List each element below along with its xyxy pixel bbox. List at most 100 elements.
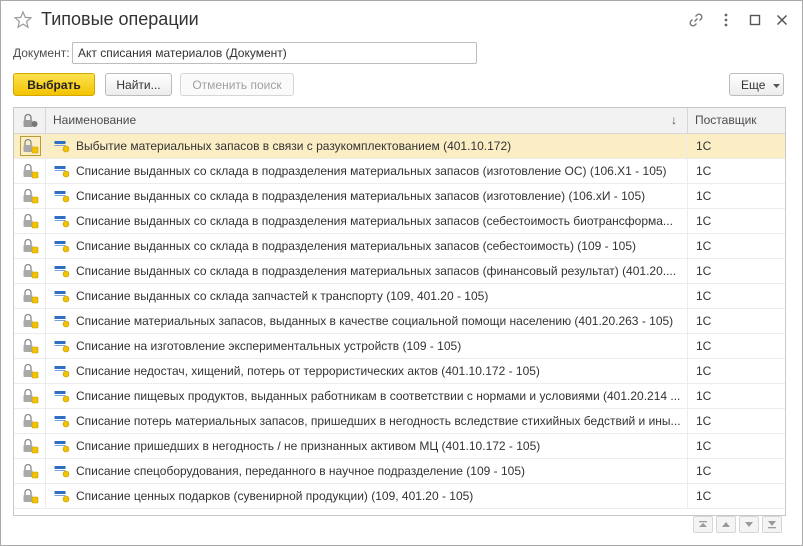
table-row[interactable]: Списание пищевых продуктов, выданных раб… [14, 384, 785, 409]
operation-name: Списание материальных запасов, выданных … [76, 314, 674, 328]
operation-icon [54, 241, 70, 253]
operation-icon [54, 441, 70, 453]
scroll-first-button[interactable] [693, 516, 713, 533]
operation-name: Списание пищевых продуктов, выданных раб… [76, 389, 681, 403]
more-button[interactable]: Еще [729, 73, 784, 96]
row-name-cell[interactable]: Списание спецоборудования, переданного в… [46, 459, 688, 483]
row-name-cell[interactable]: Списание ценных подарков (сувенирной про… [46, 484, 688, 508]
row-lock-cell [14, 309, 46, 333]
operation-name: Списание потерь материальных запасов, пр… [76, 414, 681, 428]
operation-icon [54, 341, 70, 353]
scroll-down-button[interactable] [739, 516, 759, 533]
title-bar: Типовые операции [1, 1, 802, 39]
header-lock-cell[interactable] [14, 108, 46, 133]
row-lock-cell [14, 434, 46, 458]
operations-table: Наименование ↓ Поставщик Выбытие материа… [13, 107, 786, 516]
typical-operations-window: Типовые операции Документ: Акт списания … [0, 0, 803, 546]
table-row[interactable]: Списание выданных со склада в подразделе… [14, 184, 785, 209]
table-row[interactable]: Списание потерь материальных запасов, пр… [14, 409, 785, 434]
supplier-cell: 1С [696, 264, 712, 278]
operation-icon [54, 316, 70, 328]
row-name-cell[interactable]: Списание недостач, хищений, потерь от те… [46, 359, 688, 383]
row-lock-cell [14, 334, 46, 358]
supplier-cell: 1С [696, 489, 712, 503]
table-row[interactable]: Списание спецоборудования, переданного в… [14, 459, 785, 484]
row-name-cell[interactable]: Списание выданных со склада в подразделе… [46, 209, 688, 233]
table-row[interactable]: Списание выданных со склада в подразделе… [14, 234, 785, 259]
table-row[interactable]: Списание выданных со склада в подразделе… [14, 159, 785, 184]
lock-icon [23, 388, 39, 404]
scroll-last-button[interactable] [762, 516, 782, 533]
link-icon[interactable] [687, 11, 705, 29]
table-row[interactable]: Списание выданных со склада в подразделе… [14, 259, 785, 284]
operation-icon [54, 266, 70, 278]
operation-name: Списание на изготовление экспериментальн… [76, 339, 462, 353]
row-lock-cell [14, 384, 46, 408]
row-name-cell[interactable]: Списание выданных со склада запчастей к … [46, 284, 688, 308]
supplier-cell: 1С [696, 289, 712, 303]
scroll-up-icon [722, 522, 730, 527]
operation-icon [54, 141, 70, 153]
scroll-first-icon [699, 521, 707, 527]
lock-icon [23, 463, 39, 479]
table-row[interactable]: Списание ценных подарков (сувенирной про… [14, 484, 785, 509]
row-name-cell[interactable]: Списание материальных запасов, выданных … [46, 309, 688, 333]
scroll-last-icon [768, 521, 776, 529]
header-name-label: Наименование [53, 113, 137, 127]
lock-icon [23, 238, 39, 254]
table-row[interactable]: Списание пришедших в негодность / не при… [14, 434, 785, 459]
operation-name: Списание выданных со склада в подразделе… [76, 214, 673, 228]
row-lock-cell [14, 409, 46, 433]
find-button[interactable]: Найти... [105, 73, 172, 96]
table-row[interactable]: Списание на изготовление экспериментальн… [14, 334, 785, 359]
sort-arrow-icon: ↓ [671, 113, 677, 127]
row-name-cell[interactable]: Выбытие материальных запасов в связи с р… [46, 134, 688, 158]
close-icon[interactable] [773, 11, 791, 29]
table-row[interactable]: Списание выданных со склада запчастей к … [14, 284, 785, 309]
operation-name: Списание выданных со склада запчастей к … [76, 289, 489, 303]
row-name-cell[interactable]: Списание выданных со склада в подразделе… [46, 184, 688, 208]
row-name-cell[interactable]: Списание пищевых продуктов, выданных раб… [46, 384, 688, 408]
lock-icon [20, 136, 41, 156]
lock-icon [23, 113, 38, 127]
operation-icon [54, 191, 70, 203]
operation-icon [54, 291, 70, 303]
row-name-cell[interactable]: Списание пришедших в негодность / не при… [46, 434, 688, 458]
cancel-search-button[interactable]: Отменить поиск [180, 73, 294, 96]
operation-name: Выбытие материальных запасов в связи с р… [76, 139, 512, 153]
supplier-cell: 1С [696, 164, 712, 178]
select-button[interactable]: Выбрать [13, 73, 95, 96]
scroll-up-button[interactable] [716, 516, 736, 533]
row-name-cell[interactable]: Списание выданных со склада в подразделе… [46, 259, 688, 283]
table-header: Наименование ↓ Поставщик [14, 108, 785, 134]
lock-icon [23, 263, 39, 279]
row-lock-cell [14, 259, 46, 283]
header-name[interactable]: Наименование ↓ [46, 108, 688, 133]
operation-icon [54, 366, 70, 378]
supplier-cell: 1С [696, 389, 712, 403]
table-row[interactable]: Списание материальных запасов, выданных … [14, 309, 785, 334]
document-field[interactable]: Акт списания материалов (Документ) [72, 42, 477, 64]
lock-icon [23, 313, 39, 329]
more-vertical-icon[interactable] [717, 11, 735, 29]
star-icon[interactable] [13, 10, 33, 30]
table-row[interactable]: Списание недостач, хищений, потерь от те… [14, 359, 785, 384]
row-name-cell[interactable]: Списание выданных со склада в подразделе… [46, 234, 688, 258]
supplier-cell: 1С [696, 239, 712, 253]
maximize-icon[interactable] [746, 11, 764, 29]
operation-name: Списание выданных со склада в подразделе… [76, 264, 677, 278]
more-label: Еще [741, 78, 766, 92]
table-row[interactable]: Выбытие материальных запасов в связи с р… [14, 134, 785, 159]
header-supplier[interactable]: Поставщик [688, 108, 785, 133]
row-name-cell[interactable]: Списание на изготовление экспериментальн… [46, 334, 688, 358]
lock-icon [23, 338, 39, 354]
operation-icon [54, 491, 70, 503]
row-name-cell[interactable]: Списание потерь материальных запасов, пр… [46, 409, 688, 433]
operation-icon [54, 216, 70, 228]
lock-icon [23, 438, 39, 454]
row-name-cell[interactable]: Списание выданных со склада в подразделе… [46, 159, 688, 183]
operation-name: Списание пришедших в негодность / не при… [76, 439, 541, 453]
supplier-cell: 1С [696, 364, 712, 378]
operation-name: Списание выданных со склада в подразделе… [76, 239, 637, 253]
table-row[interactable]: Списание выданных со склада в подразделе… [14, 209, 785, 234]
